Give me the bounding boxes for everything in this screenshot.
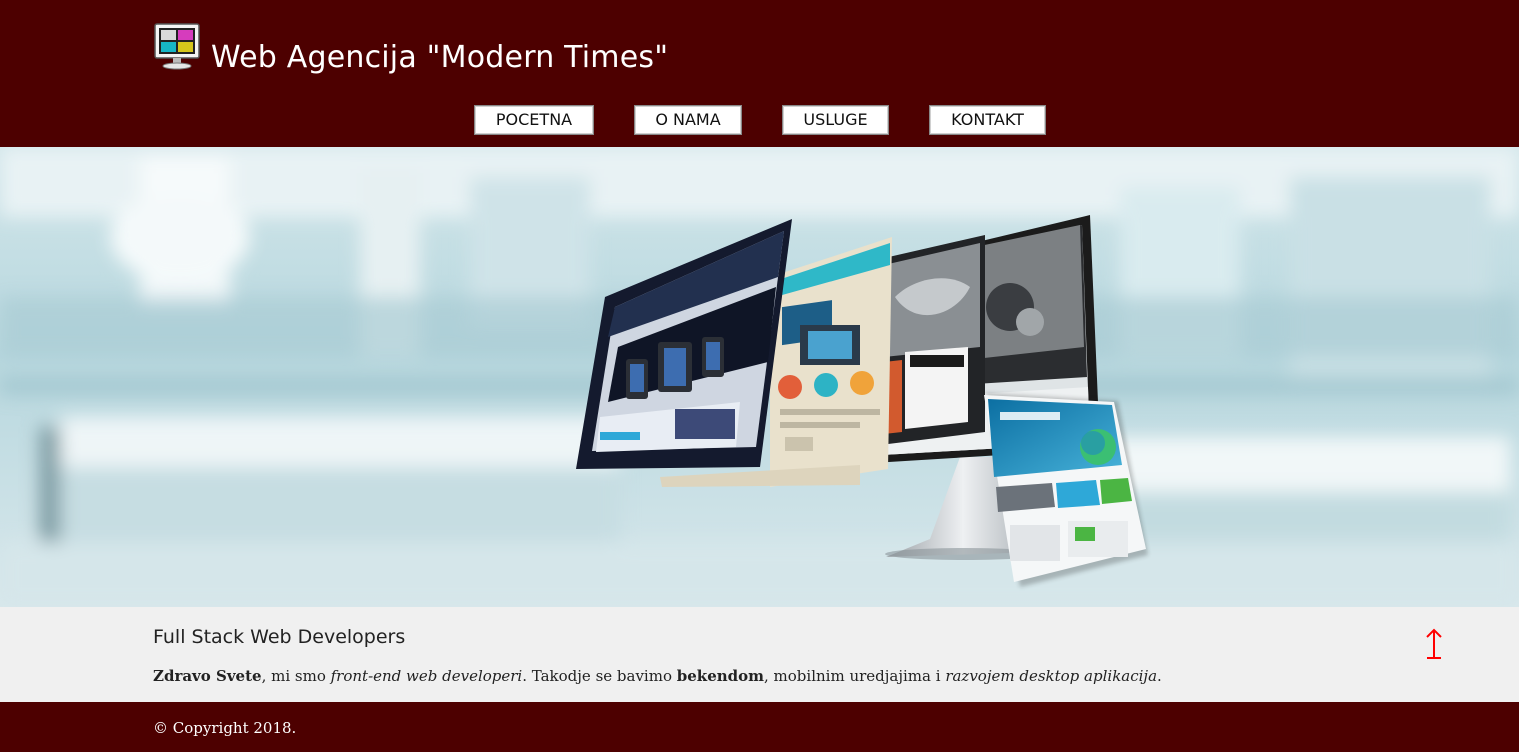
main-nav: POCETNA O NAMA USLUGE KONTAKT [0,105,1519,135]
paragraph-text-2: . Takodje se bavimo [522,667,677,685]
paragraph-text-1: , mi smo [261,667,331,685]
content-section: Full Stack Web Developers Zdravo Svete, … [0,607,1519,702]
section-title: Full Stack Web Developers [153,626,406,648]
nav-usluge[interactable]: USLUGE [782,105,889,135]
paragraph-italic-1: front-end web developeri [330,667,523,685]
site-header: Web Agencija "Modern Times" POCETNA O NA… [0,0,1519,147]
nav-kontakt[interactable]: KONTAKT [929,105,1046,135]
paragraph-bold-1: bekendom [676,667,765,685]
greeting-bold: Zdravo Svete [153,667,262,685]
nav-pocetna[interactable]: POCETNA [474,105,594,135]
site-title: Web Agencija "Modern Times" [211,40,669,75]
hero-banner [0,147,1519,607]
paragraph-italic-2: razvojem desktop aplikacija [945,667,1158,685]
site-footer: © Copyright 2018. [0,702,1519,752]
copyright-text: © Copyright 2018. [153,719,297,737]
monitor-icon[interactable] [153,22,201,70]
paragraph-text-3: , mobilnim uredjajima i [764,667,946,685]
devices-showcase-image [0,147,1519,607]
nav-o-nama[interactable]: O NAMA [634,105,742,135]
intro-paragraph: Zdravo Svete, mi smo front-end web devel… [153,667,1162,685]
up-arrow-icon[interactable] [1421,627,1447,661]
paragraph-text-4: . [1157,667,1162,685]
